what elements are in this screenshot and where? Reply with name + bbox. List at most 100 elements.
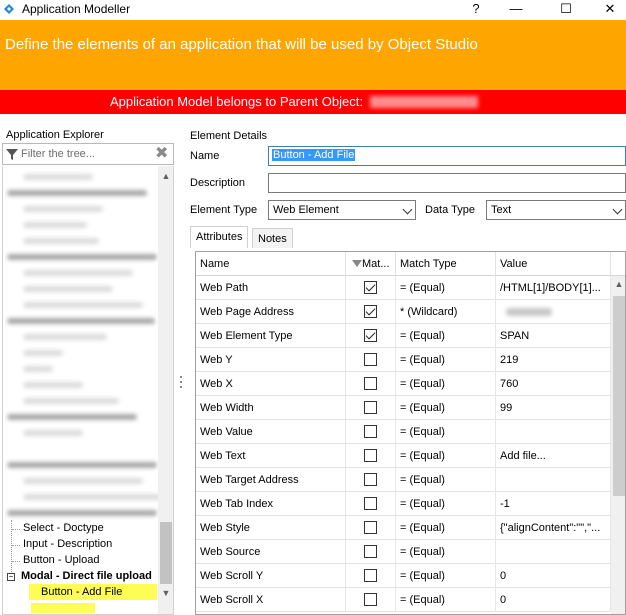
attribute-name: Web Tab Index <box>196 492 346 516</box>
attribute-name: Web Scroll Y <box>196 564 346 588</box>
value-cell[interactable]: -1 <box>496 492 611 516</box>
column-header-value[interactable]: Value <box>496 252 611 276</box>
match-checkbox[interactable] <box>364 497 377 510</box>
match-type-cell[interactable]: * (Wildcard) <box>396 300 496 324</box>
match-checkbox[interactable] <box>364 353 377 366</box>
tree-scroll-thumb[interactable] <box>160 522 172 584</box>
table-row[interactable]: Web Scroll X = (Equal) 0 <box>196 588 611 612</box>
value-cell[interactable]: /HTML[1]/BODY[1]... <box>496 276 611 300</box>
value-cell[interactable] <box>496 540 611 564</box>
table-row[interactable]: Web Y = (Equal) 219 <box>196 348 611 372</box>
match-checkbox[interactable] <box>364 425 377 438</box>
scroll-down-icon[interactable]: ▼ <box>158 585 173 601</box>
parent-object-bar: Application Model belongs to Parent Obje… <box>0 90 626 114</box>
match-type-cell[interactable]: = (Equal) <box>396 348 496 372</box>
table-row[interactable]: Web Tab Index = (Equal) -1 <box>196 492 611 516</box>
attribute-name: Web Text <box>196 444 346 468</box>
match-checkbox[interactable] <box>364 521 377 534</box>
value-cell[interactable] <box>496 468 611 492</box>
value-cell[interactable]: Add file... <box>496 444 611 468</box>
element-type-value: Web Element <box>273 204 339 216</box>
chevron-down-icon <box>402 204 413 215</box>
match-type-cell[interactable]: = (Equal) <box>396 420 496 444</box>
value-cell[interactable]: 99 <box>496 396 611 420</box>
table-row[interactable]: Web Page Address * (Wildcard) <box>196 300 611 324</box>
match-type-cell[interactable]: = (Equal) <box>396 588 496 612</box>
clear-filter-icon[interactable]: ✖ <box>155 145 168 163</box>
match-checkbox[interactable] <box>364 593 377 606</box>
match-checkbox[interactable] <box>364 281 377 294</box>
value-cell[interactable]: {"alignContent":"","... <box>496 516 611 540</box>
match-checkbox[interactable] <box>364 401 377 414</box>
help-button[interactable]: ? <box>456 0 496 20</box>
match-checkbox[interactable] <box>364 305 377 318</box>
tree-item-select-doctype[interactable]: Select - Doctype <box>23 522 104 534</box>
name-label: Name <box>190 150 220 162</box>
tab-attributes[interactable]: Attributes <box>190 226 249 248</box>
value-cell[interactable]: 0 <box>496 588 611 612</box>
table-row[interactable]: Web Value = (Equal) <box>196 420 611 444</box>
match-checkbox[interactable] <box>364 329 377 342</box>
match-type-cell[interactable]: = (Equal) <box>396 324 496 348</box>
tree-horizontal-scroll-thumb[interactable] <box>31 603 95 613</box>
name-input[interactable]: Button - Add File <box>268 146 626 166</box>
match-type-cell[interactable]: = (Equal) <box>396 372 496 396</box>
match-checkbox[interactable] <box>364 473 377 486</box>
match-type-cell[interactable]: = (Equal) <box>396 468 496 492</box>
redacted-value <box>506 308 552 316</box>
value-cell[interactable] <box>496 420 611 444</box>
data-type-value: Text <box>491 204 512 216</box>
match-checkbox[interactable] <box>364 569 377 582</box>
match-type-cell[interactable]: = (Equal) <box>396 492 496 516</box>
grid-scroll-thumb[interactable] <box>613 296 625 496</box>
application-tree[interactable]: Select - Doctype Input - Description But… <box>2 166 174 615</box>
minimize-button[interactable]: — <box>496 0 536 20</box>
attribute-name: Web Page Address <box>196 300 346 324</box>
filter-box: ✖ <box>2 143 174 165</box>
match-type-cell[interactable]: = (Equal) <box>396 444 496 468</box>
scroll-up-icon[interactable]: ▲ <box>611 276 625 292</box>
collapse-icon[interactable]: − <box>7 573 15 581</box>
match-checkbox[interactable] <box>364 449 377 462</box>
maximize-button[interactable]: ☐ <box>546 0 586 20</box>
attribute-name: Web Path <box>196 276 346 300</box>
table-row[interactable]: Web Style = (Equal) {"alignContent":"","..… <box>196 516 611 540</box>
tab-notes[interactable]: Notes <box>252 228 293 248</box>
column-header-match-type[interactable]: Match Type <box>396 252 496 276</box>
match-checkbox[interactable] <box>364 545 377 558</box>
value-cell[interactable]: SPAN <box>496 324 611 348</box>
table-row[interactable]: Web Target Address = (Equal) <box>196 468 611 492</box>
description-input[interactable] <box>268 173 626 193</box>
tree-item-button-add-file[interactable]: Button - Add File <box>41 586 122 598</box>
table-row[interactable]: Web Width = (Equal) 99 <box>196 396 611 420</box>
tree-item-modal-direct-file-upload[interactable]: Modal - Direct file upload <box>21 570 152 582</box>
match-checkbox[interactable] <box>364 377 377 390</box>
filter-input[interactable] <box>21 146 151 162</box>
table-row[interactable]: Web Source = (Equal) <box>196 540 611 564</box>
match-type-cell[interactable]: = (Equal) <box>396 516 496 540</box>
close-button[interactable]: ✕ <box>590 0 626 20</box>
scroll-up-icon[interactable]: ▲ <box>158 168 173 184</box>
table-row[interactable]: Web Path = (Equal)/HTML[1]/BODY[1]... <box>196 276 611 300</box>
column-header-name[interactable]: Name <box>196 252 346 276</box>
attribute-name: Web Target Address <box>196 468 346 492</box>
match-type-cell[interactable]: = (Equal) <box>396 564 496 588</box>
banner-text: Define the elements of an application th… <box>5 36 478 53</box>
value-cell[interactable]: 760 <box>496 372 611 396</box>
data-type-select[interactable]: Text <box>486 200 626 220</box>
value-cell[interactable]: 0 <box>496 564 611 588</box>
table-row[interactable]: Web Element Type = (Equal) SPAN <box>196 324 611 348</box>
match-type-cell[interactable]: = (Equal) <box>396 396 496 420</box>
table-row[interactable]: Web Text = (Equal) Add file... <box>196 444 611 468</box>
splitter-handle[interactable] <box>180 376 183 396</box>
table-row[interactable]: Web Scroll Y = (Equal) 0 <box>196 564 611 588</box>
match-type-cell[interactable]: = (Equal) <box>396 540 496 564</box>
tree-item-input-description[interactable]: Input - Description <box>23 538 112 550</box>
match-type-cell[interactable]: = (Equal) <box>396 276 496 300</box>
table-row[interactable]: Web X = (Equal) 760 <box>196 372 611 396</box>
element-type-select[interactable]: Web Element <box>268 200 416 220</box>
tree-scrollbar[interactable]: ▲ ▼ <box>158 166 173 614</box>
value-cell[interactable]: 219 <box>496 348 611 372</box>
grid-scrollbar[interactable]: ▲ <box>611 276 625 614</box>
tree-item-button-upload[interactable]: Button - Upload <box>23 554 99 566</box>
